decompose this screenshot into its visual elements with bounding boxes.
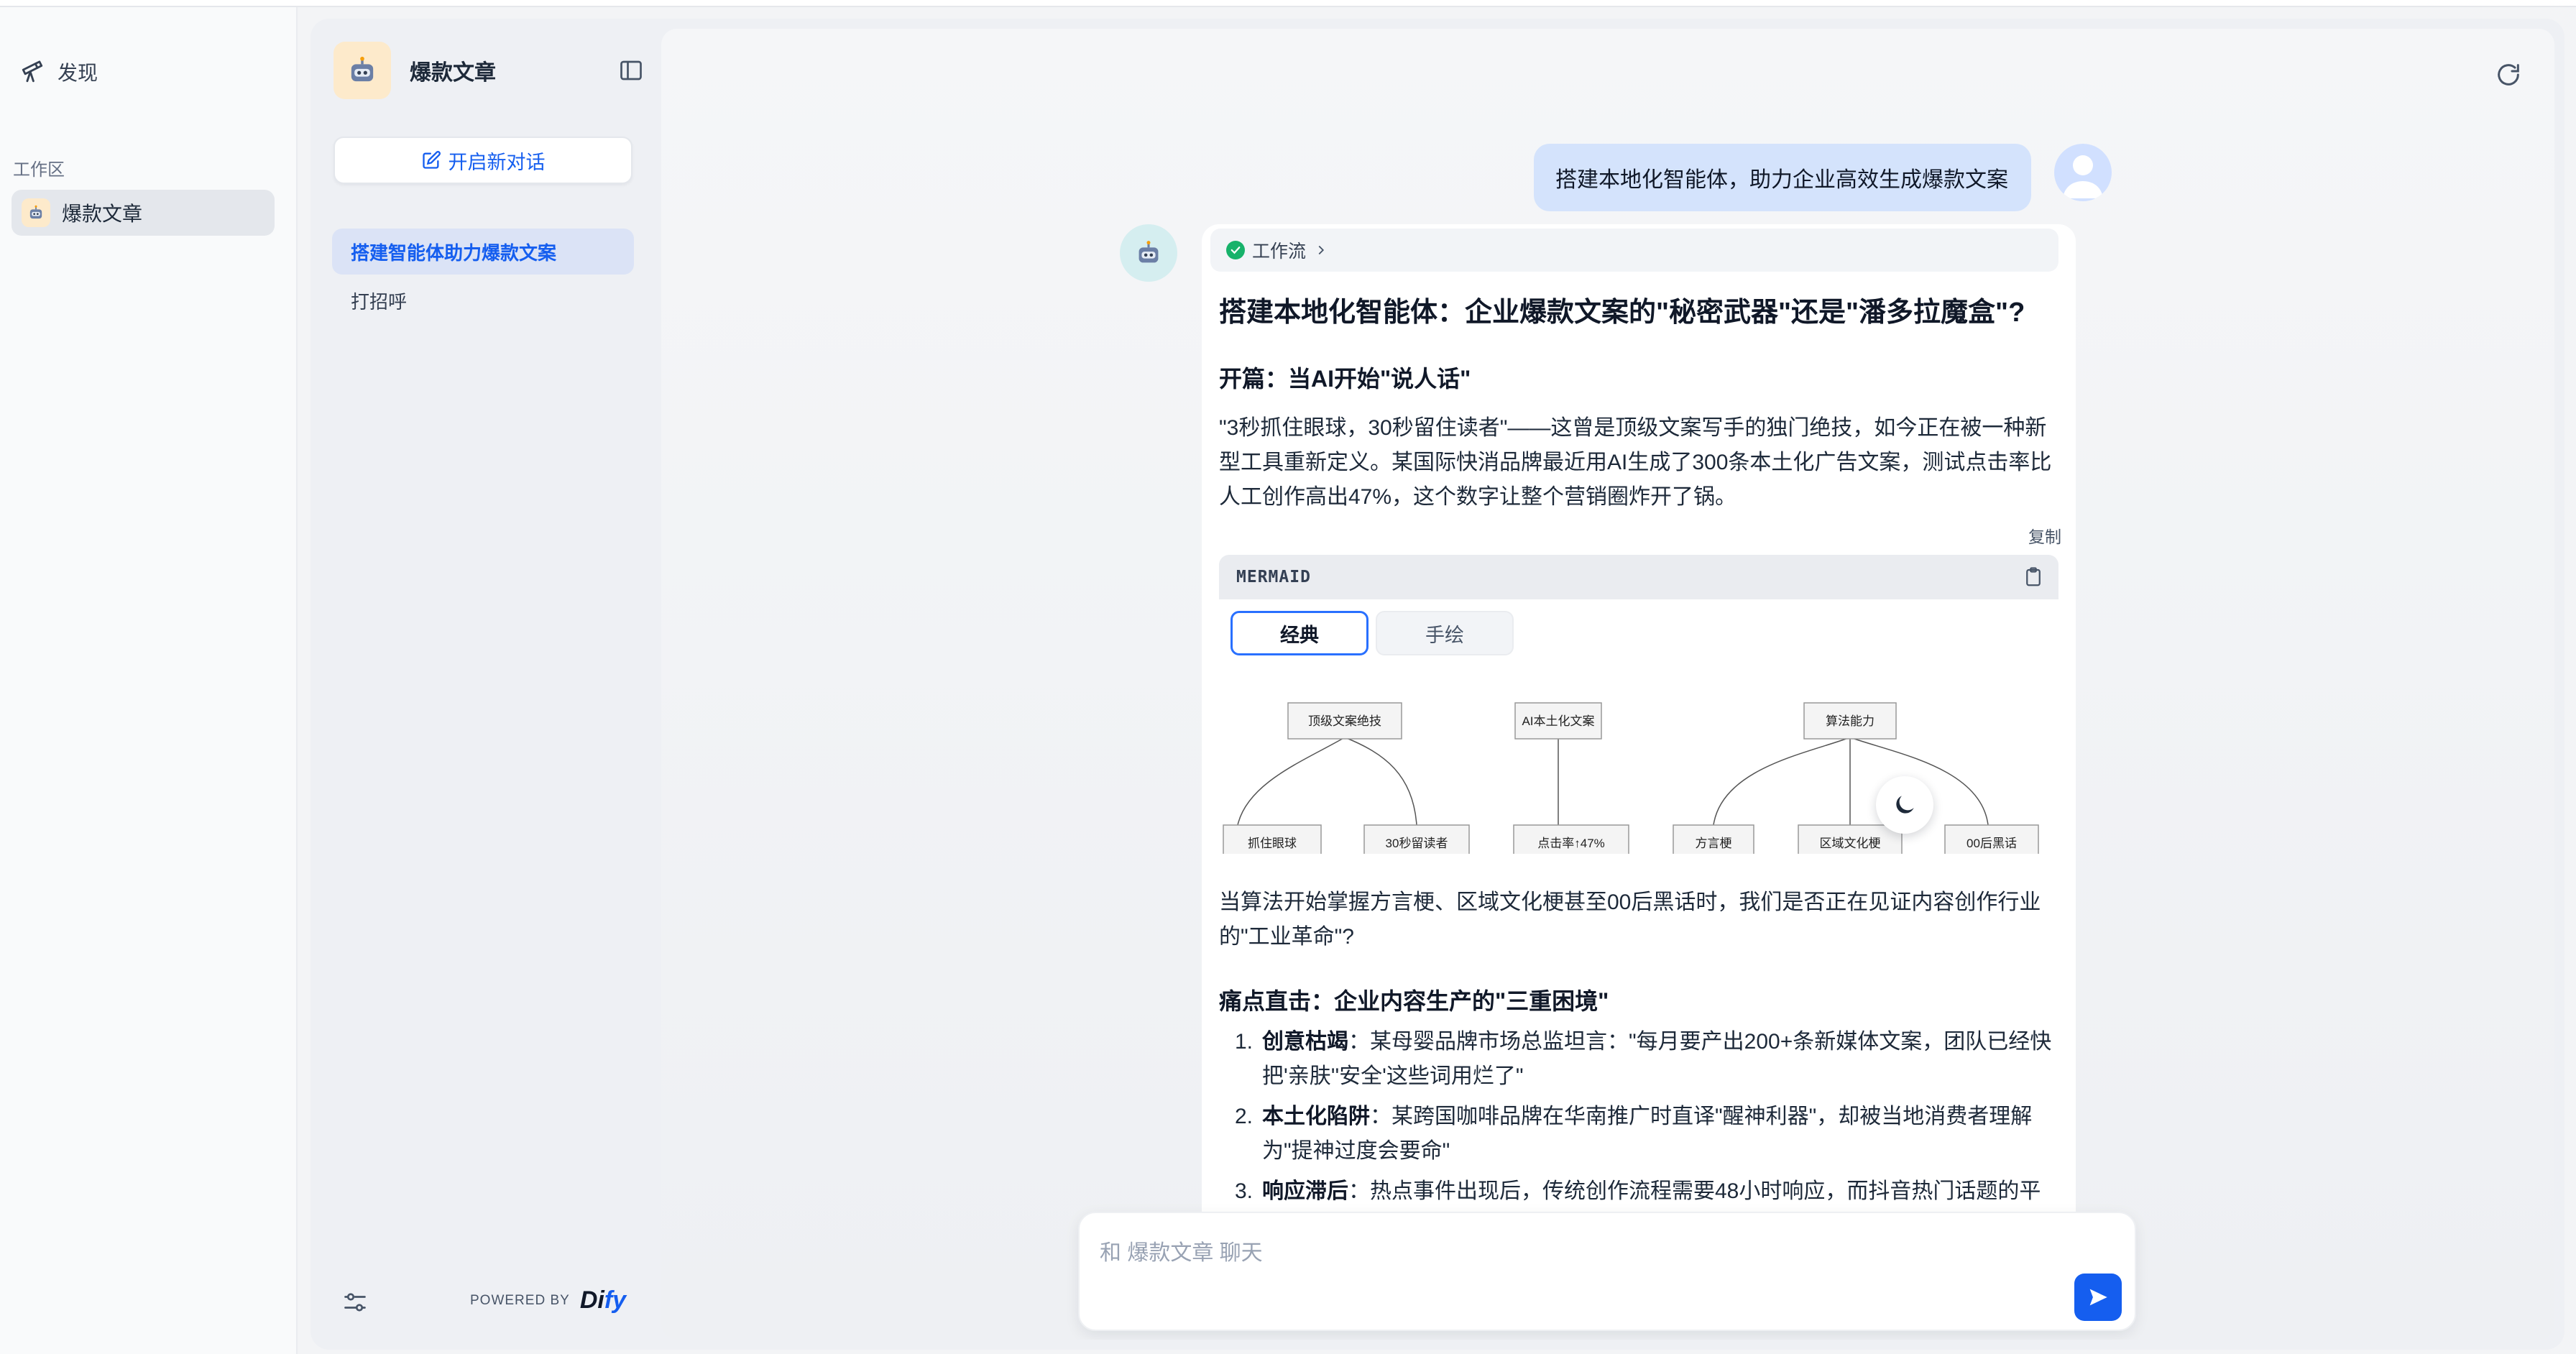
conversation-item-active[interactable]: 搭建智能体助力爆款文案 — [332, 229, 634, 275]
brand-left: Di — [579, 1286, 604, 1314]
code-header: MERMAID — [1219, 555, 2058, 599]
check-icon — [1226, 241, 1245, 259]
assistant-answer: 工作流 搭建本地化智能体：企业爆款文案的"秘密武器"还是"潘多拉魔盒"? 开篇：… — [1202, 224, 2076, 1230]
diagram-node: 顶级文案绝技 — [1308, 714, 1381, 728]
workflow-label: 工作流 — [1252, 241, 1307, 262]
app-header: 爆款文章 — [334, 42, 650, 99]
pain-point-list: 1. 创意枯竭：某母婴品牌市场总监坦言："每月要产出200+条新媒体文案，团队已经… — [1219, 1025, 2060, 1230]
list-text: ：某跨国咖啡品牌在华南推广时直译"醒神利器"，却被当地消费者理解为"提神过度会要… — [1262, 1105, 2033, 1163]
answer-continued: 当算法开始掌握方言梗、区域文化梗甚至00后黑话时，我们是否正在见证内容创作行业的… — [1219, 870, 2060, 1230]
send-button[interactable] — [2074, 1274, 2122, 1321]
diagram-node: 区域文化梗 — [1820, 837, 1881, 850]
list-item: 2. 本土化陷阱：某跨国咖啡品牌在华南推广时直译"醒神利器"，却被当地消费者理解为… — [1219, 1100, 2060, 1169]
app-card: 爆款文章 开启新对话 搭建智能体助力爆款文案 打招呼 POWERED BY Di… — [310, 19, 2564, 1350]
nav-discover[interactable]: 发现 — [20, 52, 98, 92]
nav-app-label: 爆款文章 — [62, 203, 143, 225]
list-num: 2. — [1235, 1105, 1254, 1128]
moon-icon — [1896, 796, 1914, 814]
list-item: 1. 创意枯竭：某母婴品牌市场总监坦言："每月要产出200+条新媒体文案，团队已经… — [1219, 1025, 2060, 1094]
after-diagram-text: 当算法开始掌握方言梗、区域文化梗甚至00后黑话时，我们是否正在见证内容创作行业的… — [1219, 890, 2041, 949]
new-chat-label: 开启新对话 — [448, 151, 546, 173]
conversation-item[interactable]: 打招呼 — [332, 277, 634, 323]
refresh-icon[interactable] — [2494, 60, 2523, 89]
nav-app-item[interactable]: 爆款文章 — [12, 190, 275, 236]
chat-input-placeholder[interactable]: 和 爆款文章 聊天 — [1100, 1235, 1263, 1266]
chat-composer[interactable]: 和 爆款文章 聊天 — [1078, 1212, 2136, 1331]
user-avatar-icon — [2054, 144, 2112, 201]
telescope-icon — [22, 60, 43, 83]
left-nav: 发现 工作区 爆款文章 — [0, 7, 298, 1354]
settings-sliders-icon[interactable] — [342, 1289, 368, 1315]
robot-icon — [1120, 224, 1177, 282]
list-bold: 本土化陷阱 — [1262, 1105, 1370, 1128]
workspace-section-title: 工作区 — [13, 160, 65, 180]
edit-icon — [422, 151, 441, 169]
section-1-title: 开篇：当AI开始"说人话" — [1219, 366, 1471, 392]
powered-by: POWERED BY Dify — [470, 1286, 626, 1314]
send-icon — [2089, 1289, 2107, 1306]
copy-button[interactable]: 复制 — [2018, 520, 2071, 551]
diagram-node: 30秒留读者 — [1386, 837, 1448, 850]
list-bold: 响应滞后 — [1262, 1179, 1348, 1203]
diagram-node: 方言梗 — [1696, 837, 1732, 850]
panel-toggle-icon[interactable] — [618, 57, 644, 83]
user-message: 搭建本地化智能体，助力企业高效生成爆款文案 — [1534, 144, 2031, 211]
brand-right: fy — [604, 1286, 627, 1314]
list-text: ：某母婴品牌市场总监坦言："每月要产出200+条新媒体文案，团队已经快把'亲肤'… — [1262, 1030, 2052, 1088]
conversation-sidebar: 爆款文章 开启新对话 搭建智能体助力爆款文案 打招呼 POWERED BY Di… — [310, 19, 660, 1350]
workflow-toggle[interactable]: 工作流 — [1215, 234, 1340, 266]
section-2-title: 痛点直击：企业内容生产的"三重困境" — [1219, 988, 1609, 1014]
list-num: 3. — [1235, 1179, 1254, 1203]
theme-toggle-button[interactable] — [1876, 776, 1933, 834]
nav-discover-label: 发现 — [58, 62, 98, 84]
top-border — [0, 0, 2576, 7]
dify-logo: Dify — [580, 1286, 626, 1314]
list-num: 1. — [1235, 1030, 1254, 1054]
chat-panel: 搭建本地化智能体，助力企业高效生成爆款文案 工作流 搭建本地化智能体：企业爆款文… — [661, 29, 2554, 1340]
diagram-node: 00后黑话 — [1966, 837, 2017, 850]
powered-by-text: POWERED BY — [470, 1292, 570, 1308]
robot-icon — [22, 198, 50, 227]
app-title: 爆款文章 — [410, 61, 496, 85]
list-bold: 创意枯竭 — [1262, 1030, 1348, 1054]
mermaid-diagram: 顶级文案绝技 AI本土化文案 算法能力 抓住眼球 30秒留读者 点击率↑47% … — [1223, 702, 2039, 854]
diagram-node: 抓住眼球 — [1248, 837, 1297, 850]
tab-handdrawn[interactable]: 手绘 — [1376, 611, 1514, 655]
new-chat-button[interactable]: 开启新对话 — [334, 137, 632, 184]
chevron-right-icon — [1318, 245, 1325, 255]
tab-classic[interactable]: 经典 — [1230, 611, 1368, 655]
answer-title: 搭建本地化智能体：企业爆款文案的"秘密武器"还是"潘多拉魔盒"? — [1219, 298, 2025, 328]
render-style-tabs: 经典 手绘 — [1230, 611, 1514, 655]
section-1-body: "3秒抓住眼球，30秒留住读者"——这曾是顶级文案写手的独门绝技，如今正在被一种… — [1219, 416, 2052, 509]
robot-icon — [334, 42, 391, 99]
diagram-node: 算法能力 — [1826, 714, 1874, 728]
diagram-node: AI本土化文案 — [1522, 714, 1594, 728]
answer-content: 搭建本地化智能体：企业爆款文案的"秘密武器"还是"潘多拉魔盒"? 开篇：当AI开… — [1219, 293, 2060, 515]
clipboard-icon[interactable] — [2023, 566, 2044, 588]
code-language: MERMAID — [1236, 568, 1311, 586]
diagram-node: 点击率↑47% — [1537, 837, 1605, 850]
